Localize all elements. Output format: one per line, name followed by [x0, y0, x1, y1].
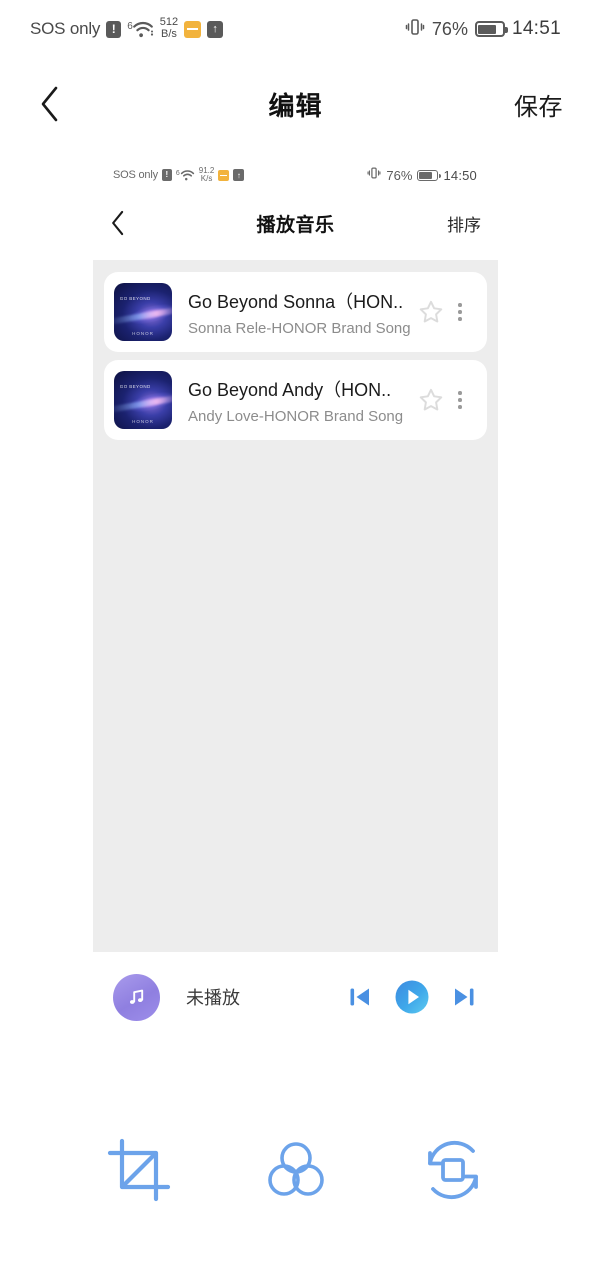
preview-status-bar: SOS only ! 6 91.2 K/s ↑ 76% 14:50: [0, 155, 591, 195]
dot-icon: [458, 398, 462, 402]
album-art-brand-text: HONOR: [132, 419, 154, 425]
page-title: 编辑: [268, 90, 323, 121]
song-artist: Sonna Rele-HONOR Brand Song: [188, 319, 411, 337]
now-playing-thumbnail[interactable]: [113, 973, 160, 1021]
next-button[interactable]: [448, 981, 480, 1013]
sort-button[interactable]: 排序: [447, 211, 481, 236]
warning-icon: !: [106, 20, 122, 38]
dot-icon: [458, 303, 462, 307]
preview-status-left: SOS only ! 6 91.2 K/s ↑: [113, 166, 245, 184]
status-bar-left: SOS only ! 6 512 B/s ↑: [30, 17, 224, 40]
album-art-title-text: GO BEYOND: [119, 383, 151, 389]
now-playing-label: 未播放: [186, 988, 240, 1008]
skip-next-icon: [455, 988, 474, 1006]
favorite-button[interactable]: [415, 387, 447, 413]
song-list-panel: GO BEYOND HONOR Go Beyond Sonna（HON.. So…: [93, 260, 498, 952]
preview-upload-icon: ↑: [233, 169, 245, 181]
more-options-button[interactable]: [447, 303, 473, 321]
save-button[interactable]: 保存: [514, 87, 563, 122]
crop-button[interactable]: [94, 1125, 184, 1215]
music-note-icon: [129, 989, 143, 1004]
preview-status-right: 76% 14:50: [367, 166, 477, 185]
color-filter-icon: [267, 1142, 324, 1196]
battery-icon: [474, 21, 508, 37]
album-art-brand-text: HONOR: [132, 331, 154, 337]
chevron-left-icon: [41, 86, 58, 122]
preview-chevron-left-icon: [112, 210, 124, 236]
dot-icon: [458, 405, 462, 409]
network-speed: 512 B/s: [160, 17, 178, 40]
preview-battery-icon: [417, 169, 442, 181]
battery-percent-label: 76%: [431, 18, 468, 39]
dot-icon: [458, 391, 462, 395]
preview-clock-label: 14:50: [443, 167, 477, 183]
preview-network-speed: 91.2 K/s: [199, 166, 215, 184]
preview-warning-icon: !: [161, 169, 172, 181]
crop-icon: [107, 1138, 170, 1202]
preview-app-header: 播放音乐 排序: [0, 195, 591, 251]
preview-network-speed-unit: K/s: [200, 174, 213, 183]
sd-card-icon: [184, 20, 202, 38]
preview-back-button[interactable]: [100, 205, 136, 241]
rotate-transform-button[interactable]: [408, 1125, 498, 1215]
network-speed-unit: B/s: [161, 28, 177, 40]
edit-toolbar: [0, 1115, 591, 1225]
skip-previous-icon: [350, 988, 369, 1006]
dot-icon: [458, 317, 462, 321]
status-bar: SOS only ! 6 512 B/s ↑ 76% 14:51: [0, 0, 591, 58]
previous-button[interactable]: [344, 981, 376, 1013]
star-icon: [419, 388, 443, 411]
play-icon: [395, 980, 429, 1014]
song-meta: Go Beyond Sonna（HON.. Sonna Rele-HONOR B…: [172, 288, 415, 337]
album-art: GO BEYOND HONOR: [114, 283, 172, 341]
app-header: 编辑 保存: [0, 58, 591, 150]
preview-battery-fill: [419, 171, 433, 179]
preview-vibrate-icon: [367, 166, 381, 185]
album-art: GO BEYOND HONOR: [114, 371, 172, 429]
preview-battery-percent-label: 76%: [386, 167, 413, 183]
carrier-label: SOS only: [30, 19, 101, 38]
player-controls: [344, 977, 480, 1017]
preview-page-title: 播放音乐: [256, 214, 335, 236]
favorite-button[interactable]: [415, 299, 447, 325]
song-artist: Andy Love-HONOR Brand Song: [188, 407, 404, 425]
screenshot-preview[interactable]: SOS only ! 6 91.2 K/s ↑ 76% 14:50 播放音乐 排…: [0, 155, 591, 251]
preview-carrier-label: SOS only: [113, 169, 158, 181]
battery-fill: [478, 24, 496, 34]
player-bar: 未播放: [93, 962, 498, 1032]
song-title: Go Beyond Andy（HON..: [188, 379, 392, 400]
play-button[interactable]: [392, 977, 432, 1017]
status-bar-right: 76% 14:51: [405, 17, 561, 42]
vibrate-icon: [405, 17, 425, 42]
list-item[interactable]: GO BEYOND HONOR Go Beyond Sonna（HON.. So…: [104, 272, 487, 352]
color-filter-button[interactable]: [251, 1125, 341, 1215]
star-icon: [419, 300, 443, 323]
preview-sd-card-icon: [218, 169, 230, 181]
back-button[interactable]: [28, 82, 72, 126]
list-item[interactable]: GO BEYOND HONOR Go Beyond Andy（HON.. And…: [104, 360, 487, 440]
album-art-title-text: GO BEYOND: [119, 295, 151, 301]
dot-icon: [458, 310, 462, 314]
preview-wifi-icon: 6: [176, 169, 195, 181]
song-title: Go Beyond Sonna（HON..: [188, 291, 404, 312]
more-options-button[interactable]: [447, 391, 473, 409]
upload-icon: ↑: [207, 20, 224, 38]
clock-label: 14:51: [511, 18, 561, 39]
rotate-transform-icon: [427, 1140, 478, 1200]
wifi-icon: 6: [127, 20, 154, 38]
song-meta: Go Beyond Andy（HON.. Andy Love-HONOR Bra…: [172, 376, 415, 425]
